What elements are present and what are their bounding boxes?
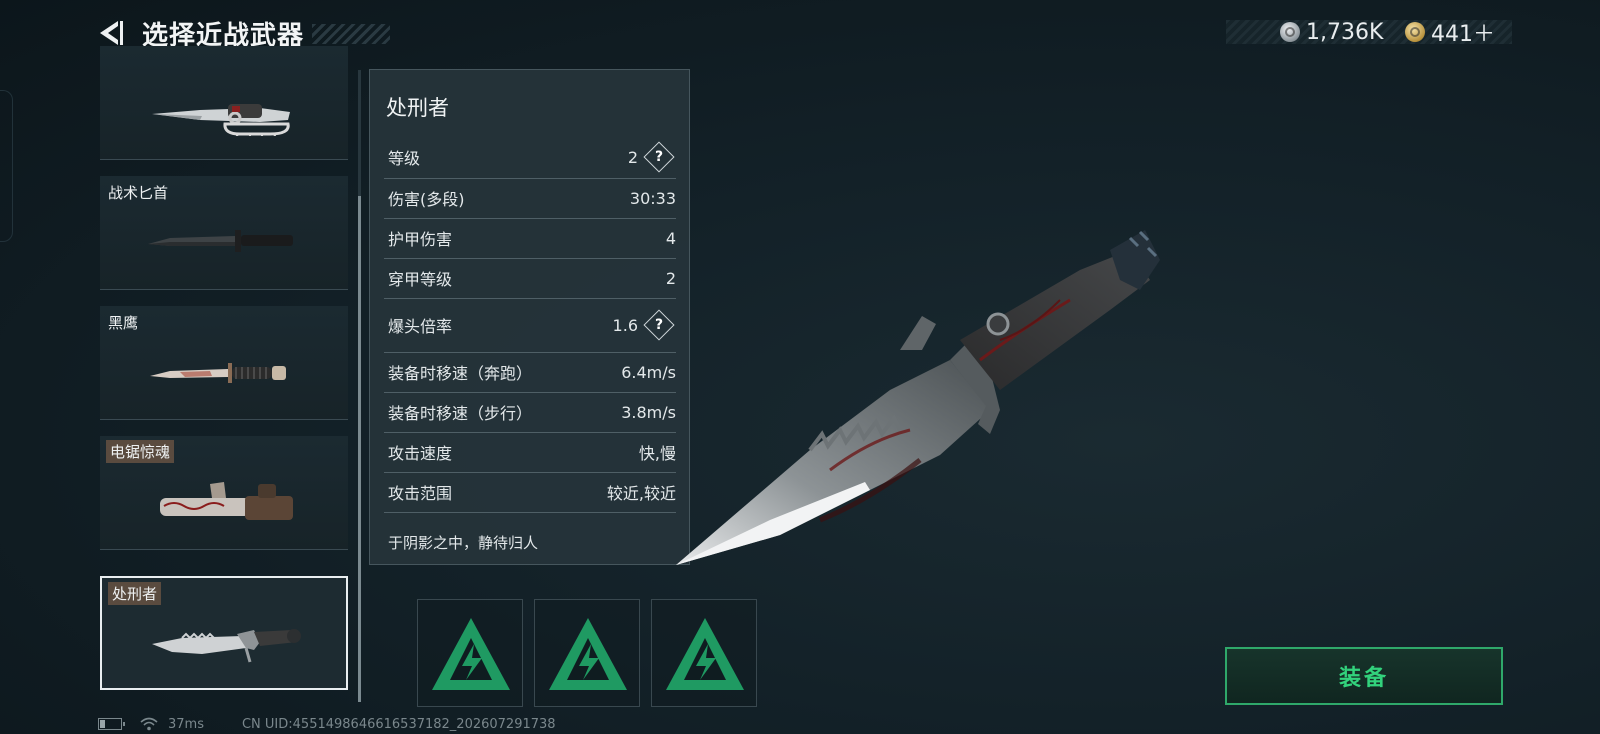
gold-currency[interactable]: 441＋ <box>1405 19 1495 47</box>
attachment-slot-2[interactable] <box>534 599 640 707</box>
weapon-name: 战术匕首 <box>108 184 169 202</box>
stat-row-level: 等级 2 ? <box>384 136 676 179</box>
side-drawer-handle[interactable] <box>0 90 13 242</box>
weapon-name: 黑鹰 <box>108 314 139 332</box>
stat-label: 攻击速度 <box>388 444 453 463</box>
battery-icon <box>98 718 125 730</box>
stat-row-armor-penetration: 穿甲等级 2 <box>384 258 676 299</box>
gold-currency-value: 441＋ <box>1431 22 1495 47</box>
stat-label: 攻击范围 <box>388 484 453 503</box>
stat-label: 伤害(多段) <box>388 190 465 209</box>
stat-row-headshot-multiplier: 爆头倍率 1.6 ? <box>384 298 676 353</box>
weapon-name: 电锯惊魂 <box>106 440 175 463</box>
silver-currency[interactable]: 1,736K <box>1280 19 1383 45</box>
silver-currency-value: 1,736K <box>1306 19 1384 45</box>
stat-value: 1.6 <box>612 315 638 335</box>
gold-coin-icon <box>1405 22 1425 42</box>
weapon-stats-title: 处刑者 <box>386 96 449 120</box>
attachment-slot-3[interactable] <box>651 599 757 707</box>
stat-row-damage: 伤害(多段) 30:33 <box>384 178 676 219</box>
stat-label: 装备时移速（奔跑） <box>388 364 533 383</box>
stat-value: 2 <box>627 147 638 167</box>
stat-label: 护甲伤害 <box>388 230 453 249</box>
stat-row-run-speed: 装备时移速（奔跑） 6.4m/s <box>384 352 676 393</box>
weapon-card-chainsaw[interactable]: 电锯惊魂 <box>100 436 348 550</box>
title-decoration <box>312 24 390 44</box>
status-footer: 37ms CN UID:4551498646616537182_20260729… <box>98 716 556 732</box>
executioner-knife-render <box>676 230 1160 565</box>
weapon-card-executioner[interactable]: 处刑者 <box>100 576 348 690</box>
ping-value: 37ms <box>168 716 204 732</box>
stat-label: 爆头倍率 <box>388 317 453 336</box>
stat-row-walk-speed: 装备时移速（步行） 3.8m/s <box>384 392 676 433</box>
green-triangle-emblem-icon <box>666 618 744 690</box>
user-uid: CN UID:4551498646616537182_202607291738 <box>241 716 556 732</box>
stat-row-attack-speed: 攻击速度 快,慢 <box>384 432 676 473</box>
tactical-dagger-image <box>148 230 293 252</box>
weapon-name: 处刑者 <box>108 582 162 605</box>
help-icon[interactable]: ? <box>643 141 675 173</box>
executioner-knife-image <box>152 629 301 663</box>
equip-button[interactable]: 装备 <box>1225 647 1503 705</box>
attachment-slot-1[interactable] <box>417 599 523 707</box>
wifi-icon <box>140 717 158 731</box>
stat-row-attack-range: 攻击范围 较近,较近 <box>384 472 676 513</box>
weapon-card-tactical-dagger[interactable]: 战术匕首 <box>100 176 348 290</box>
back-arrow-icon[interactable] <box>96 18 126 48</box>
stat-row-armor-damage: 护甲伤害 4 <box>384 218 676 259</box>
weapon-description: 于阴影之中，静待归人 <box>388 534 539 552</box>
chainsaw-image <box>160 482 293 520</box>
weapon-card-knuckle-knife[interactable] <box>100 46 348 160</box>
stat-label: 等级 <box>388 149 421 168</box>
weapon-list-scrollbar-thumb[interactable] <box>358 196 361 702</box>
game-screen: 选择近战武器 1,736K 441＋ 战术匕首 黑鹰 电锯惊魂 处刑者 处刑者 … <box>0 0 1600 734</box>
silver-coin-icon <box>1280 22 1300 42</box>
stat-label: 装备时移速（步行） <box>388 404 533 423</box>
black-eagle-knife-image <box>150 363 286 383</box>
stat-value: 30:33 <box>629 188 676 208</box>
weapon-card-black-eagle[interactable]: 黑鹰 <box>100 306 348 420</box>
weapon-stats-panel: 处刑者 等级 2 ? 伤害(多段) 30:33 护甲伤害 4 穿甲等级 2 爆头… <box>369 69 690 565</box>
knuckle-knife-image <box>152 104 290 136</box>
stat-label: 穿甲等级 <box>388 270 453 289</box>
green-triangle-emblem-icon <box>432 618 510 690</box>
green-triangle-emblem-icon <box>549 618 627 690</box>
